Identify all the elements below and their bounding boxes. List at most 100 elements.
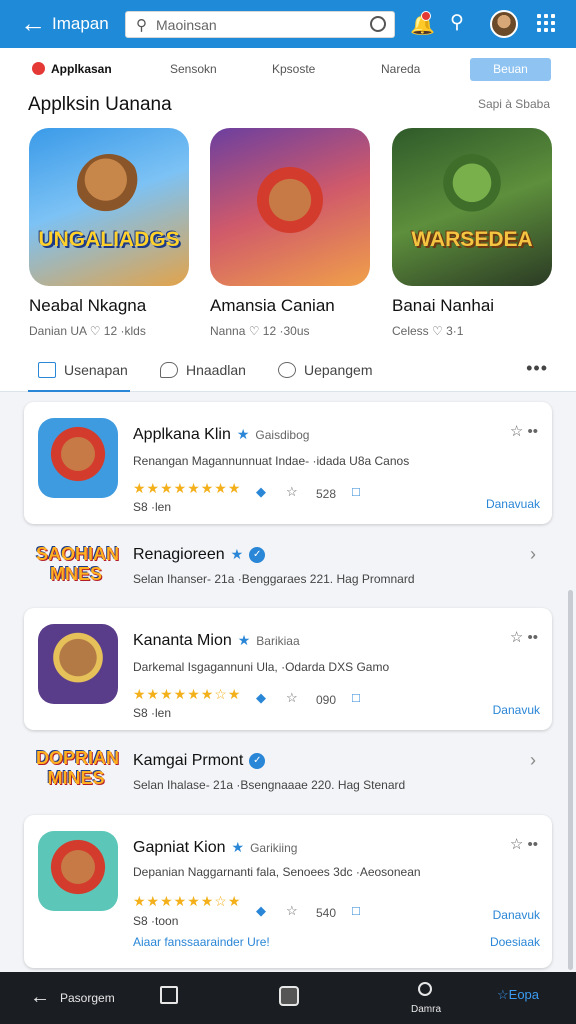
app-subtitle: S8 ·len (133, 500, 172, 514)
scrollbar[interactable] (568, 590, 573, 970)
app-size: 528 (316, 487, 337, 501)
more-options-icon[interactable]: ••• (526, 358, 548, 379)
app-subtitle: S8 ·len (133, 706, 172, 720)
featured-card[interactable]: WARSEDEA Banai Nanhai Celess ♡ 3·1 (392, 128, 552, 338)
tag-icon[interactable]: ◆ (256, 484, 266, 500)
featured-app-meta: Nanna ♡ 12 ·30us (210, 324, 310, 338)
featured-app-icon: WARSEDEA (392, 128, 552, 286)
nav-item-label[interactable]: Damra (411, 1004, 441, 1015)
clock-icon[interactable] (418, 982, 432, 996)
featured-card[interactable]: UNGALIADGS Neabal Nkagna Danian UA ♡ 12 … (29, 128, 189, 338)
app-card[interactable]: Kananta Mion ★ Barikiaa ☆ •• Darkemal Isga… (24, 608, 552, 730)
app-logo: DOPRIAN MINES (36, 748, 120, 788)
star-outline-icon: ☆ (497, 987, 509, 1002)
save-icon[interactable]: □ (352, 484, 360, 499)
app-description: Depanian Naggarnanti fala, Senoees 3dc ·… (133, 865, 421, 879)
pin-icon[interactable]: ☆ (510, 629, 523, 646)
featured-app-name: Neabal Nkagna (29, 296, 147, 315)
featured-star-icon: ★ (236, 426, 250, 442)
app-description: Selan Ihalase- 21a ·Bsengnaaae 220. Hag … (133, 778, 406, 792)
nav-item-active[interactable]: ☆Eopa (497, 987, 539, 1003)
like-icon[interactable]: ☆ (286, 690, 298, 706)
featured-icon-text: UNGALIADGS (38, 228, 180, 251)
chevron-right-icon[interactable]: › (530, 750, 536, 771)
more-icon[interactable]: •• (527, 836, 538, 853)
tab-category-3[interactable]: Kpsoste (272, 62, 315, 76)
see-all-link[interactable]: Sapi à Sbaba (478, 97, 550, 111)
apps-grid-icon[interactable] (537, 14, 555, 32)
featured-app-meta: Celess ♡ 3·1 (392, 324, 464, 338)
more-icon[interactable]: •• (527, 629, 538, 646)
home-icon (38, 362, 56, 378)
save-icon[interactable]: □ (352, 690, 360, 705)
featured-star-icon: ★ (237, 632, 251, 648)
chevron-right-icon[interactable]: › (530, 544, 536, 565)
search-button-icon[interactable]: ⚲ (450, 11, 464, 34)
recent-apps-icon[interactable] (160, 986, 178, 1004)
app-description: Darkemal Isgagannuni Ula, ·Odarda DXS Ga… (133, 660, 390, 674)
tab-category-2[interactable]: Sensokn (170, 62, 217, 76)
tab-sub-3[interactable]: Uepangem (278, 362, 373, 378)
app-card[interactable]: Gapniat Kion ★ Garikiing ☆ •• Depanian Nag… (24, 815, 552, 968)
back-nav-icon[interactable]: ← (30, 986, 50, 1009)
verified-icon: ✓ (249, 547, 266, 563)
category-tabs: Applkasan Sensokn Kpsoste Nareda Beuan (0, 48, 576, 94)
tag-icon[interactable]: ◆ (256, 690, 266, 706)
download-button[interactable]: Danavuak (486, 497, 540, 511)
featured-card[interactable]: Amansia Canian Nanna ♡ 12 ·30us (210, 128, 370, 338)
app-card[interactable]: Applkana Klin ★ Gaisdibog ☆ •• Renangan Ma… (24, 402, 552, 524)
pin-icon[interactable]: ☆ (510, 836, 523, 853)
tab-category-active[interactable]: Beuan (470, 58, 551, 81)
back-arrow-icon[interactable]: ← (20, 10, 46, 36)
app-description: Selan Ihanser- 21a ·Benggaraes 221. Hag … (133, 572, 415, 586)
active-tab-indicator (28, 390, 130, 392)
notification-badge (421, 11, 431, 21)
featured-app-meta: Danian UA ♡ 12 ·klds (29, 324, 146, 338)
card-actions: ☆ •• (510, 628, 538, 646)
character-image (440, 154, 504, 218)
like-icon[interactable]: ☆ (286, 903, 298, 919)
download-button[interactable]: Danavuk (493, 908, 540, 922)
promo-link[interactable]: Aiaar fanssaarainder Ure! (133, 935, 270, 949)
character-image (77, 154, 141, 218)
app-title: Gapniat Kion ★ Garikiing (133, 839, 298, 856)
featured-app-icon (210, 128, 370, 286)
tag-icon[interactable]: ◆ (256, 903, 266, 919)
featured-app-name: Amansia Canian (210, 296, 335, 315)
tab-category-applications[interactable]: Applkasan (32, 62, 112, 76)
card-actions: ☆ •• (510, 835, 538, 853)
list-item[interactable]: DOPRIAN MINES Kamgai Prmont ✓ Selan Ihala… (24, 736, 552, 806)
home-nav-icon[interactable] (279, 986, 299, 1006)
verified-icon: ✓ (249, 753, 266, 769)
promo-action[interactable]: Doesiaak (490, 935, 540, 949)
featured-app-icon: UNGALIADGS (29, 128, 189, 286)
app-title: Applkana Klin ★ Gaisdibog (133, 426, 310, 443)
card-actions: ☆ •• (510, 422, 538, 440)
nav-item-back-label[interactable]: Pasorgem (60, 991, 115, 1005)
app-description: Renangan Magannunnuat Indae- ·idada U8a … (133, 454, 410, 468)
tab-sub-1[interactable]: Usenapan (38, 362, 128, 378)
bottom-nav: ← Pasorgem Damra ☆Eopa (0, 972, 576, 1024)
tab-sub-2[interactable]: Hnaadlan (160, 362, 246, 378)
list-item[interactable]: SAOHIAN MNES Renagioreen ★ ✓ Selan Ihanser… (24, 530, 552, 600)
tab-category-4[interactable]: Nareda (381, 62, 420, 76)
search-icon: ⚲ (136, 17, 147, 34)
download-button[interactable]: Danavuk (493, 703, 540, 717)
header-title: Imapan (52, 14, 109, 33)
search-input[interactable]: ⚲ Maoinsan (125, 11, 395, 38)
save-icon[interactable]: □ (352, 903, 360, 918)
app-title: Renagioreen ★ ✓ (133, 546, 266, 564)
app-size: 090 (316, 693, 337, 707)
like-icon[interactable]: ☆ (286, 484, 298, 500)
app-logo: SAOHIAN MNES (36, 544, 120, 584)
section-title: Applksin Uanana (28, 94, 172, 115)
pin-icon[interactable]: ☆ (510, 423, 523, 440)
user-avatar[interactable] (490, 10, 518, 38)
rating-stars: ★★★★★★★★ (133, 480, 242, 496)
search-placeholder: Maoinsan (156, 17, 217, 33)
app-icon (38, 831, 118, 911)
app-icon (38, 624, 118, 704)
clear-search-icon[interactable] (370, 16, 386, 32)
more-icon[interactable]: •• (527, 423, 538, 440)
rating-stars: ★★★★★★☆★ (133, 686, 242, 702)
